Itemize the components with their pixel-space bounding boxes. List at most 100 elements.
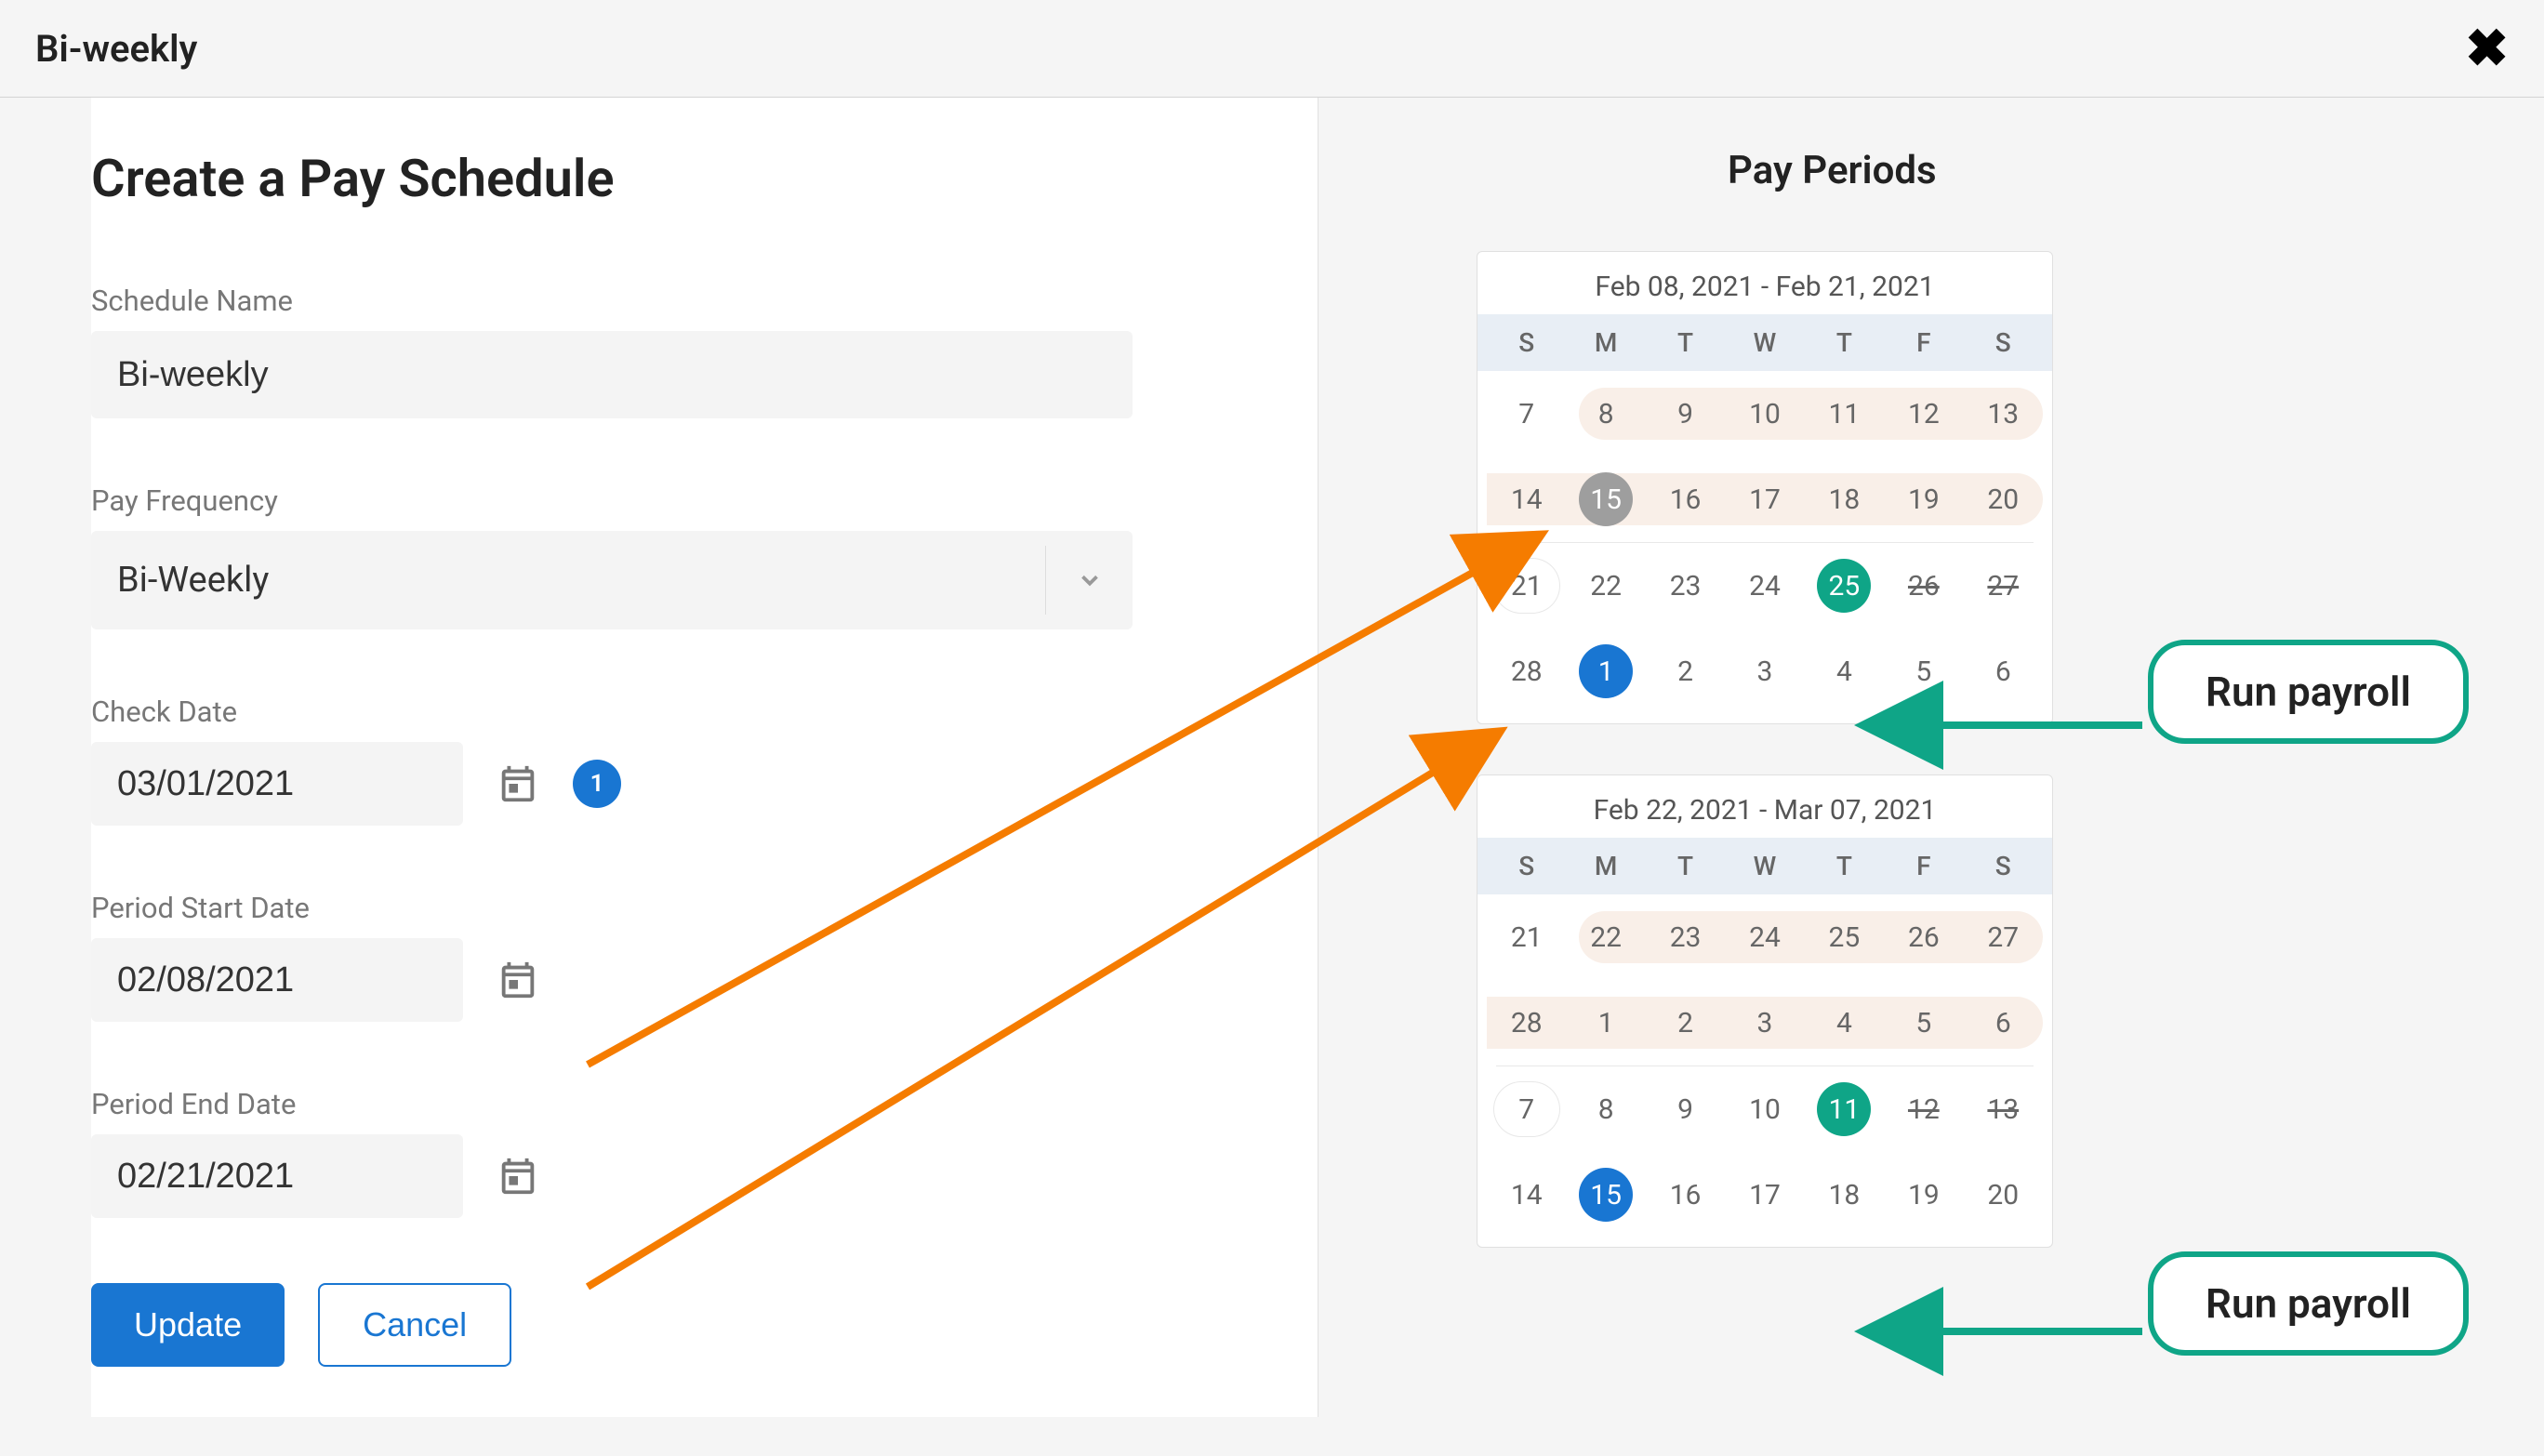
calendar-cell[interactable]: 11 (1805, 1076, 1884, 1143)
calendar-day: 27 (1976, 559, 2030, 613)
calendar-cell[interactable]: 3 (1725, 989, 1804, 1056)
pay-frequency-select[interactable]: Bi-Weekly (91, 531, 1133, 629)
calendar-cell[interactable]: 16 (1646, 1161, 1725, 1228)
calendar-day: 16 (1659, 472, 1713, 526)
calendar-cell[interactable]: 16 (1646, 466, 1725, 533)
weekday-header: T (1805, 327, 1884, 358)
calendar-day: 27 (1976, 910, 2030, 964)
calendar-cell[interactable]: 4 (1805, 638, 1884, 705)
run-payroll-callout-1: Run payroll (2148, 640, 2469, 744)
calendar-cell[interactable]: 2 (1646, 989, 1725, 1056)
calendar-day: 1 (1579, 996, 1633, 1050)
calendar-cell[interactable]: 28 (1487, 638, 1566, 705)
period-end-input[interactable] (91, 1134, 463, 1218)
calendar-day: 24 (1738, 910, 1792, 964)
calendar-cell[interactable]: 23 (1646, 904, 1725, 971)
calendar-day: 16 (1659, 1168, 1713, 1222)
calendar-cell[interactable]: 7 (1487, 1076, 1566, 1143)
calendar-cell[interactable]: 17 (1725, 466, 1804, 533)
weekday-header: M (1566, 327, 1645, 358)
calendar-day: 7 (1500, 387, 1554, 441)
calendar-cell[interactable]: 9 (1646, 380, 1725, 447)
calendar-cell[interactable]: 1 (1566, 989, 1645, 1056)
calendar-day: 28 (1500, 996, 1554, 1050)
calendar-day: 15 (1579, 472, 1633, 526)
calendar-cell[interactable]: 22 (1566, 552, 1645, 619)
calendar-cell[interactable]: 24 (1725, 904, 1804, 971)
calendar-day: 9 (1659, 1082, 1713, 1136)
calendar-day: 15 (1579, 1168, 1633, 1222)
calendar-day: 2 (1659, 644, 1713, 698)
page-title: Create a Pay Schedule (91, 148, 1226, 209)
calendar-cell[interactable]: 20 (1964, 466, 2043, 533)
calendar-cell[interactable]: 22 (1566, 904, 1645, 971)
calendar-icon[interactable] (497, 1155, 539, 1198)
calendar-cell[interactable]: 18 (1805, 466, 1884, 533)
calendar-cell[interactable]: 14 (1487, 466, 1566, 533)
calendar-cell[interactable]: 6 (1964, 638, 2043, 705)
calendar-cell[interactable]: 17 (1725, 1161, 1804, 1228)
schedule-name-label: Schedule Name (91, 284, 1226, 318)
calendar-cell[interactable]: 3 (1725, 638, 1804, 705)
calendar-cell[interactable]: 23 (1646, 552, 1725, 619)
period-start-input[interactable] (91, 938, 463, 1022)
calendar-cell[interactable]: 10 (1725, 1076, 1804, 1143)
calendar-cell[interactable]: 18 (1805, 1161, 1884, 1228)
calendar-cell[interactable]: 20 (1964, 1161, 2043, 1228)
calendar-cell[interactable]: 15 (1566, 466, 1645, 533)
period-end-label: Period End Date (91, 1087, 1226, 1121)
calendar-cell[interactable]: 12 (1884, 1076, 1963, 1143)
calendar-cell[interactable]: 25 (1805, 904, 1884, 971)
calendar-day: 19 (1897, 1168, 1951, 1222)
weekday-header: W (1725, 327, 1804, 358)
calendar-cell[interactable]: 26 (1884, 552, 1963, 619)
calendar-cell[interactable]: 10 (1725, 380, 1804, 447)
calendar-cell[interactable]: 21 (1487, 552, 1566, 619)
calendar-day: 5 (1897, 644, 1951, 698)
calendar-day: 26 (1897, 910, 1951, 964)
calendar-cell[interactable]: 8 (1566, 1076, 1645, 1143)
calendar-cell[interactable]: 14 (1487, 1161, 1566, 1228)
calendar-cell[interactable]: 19 (1884, 466, 1963, 533)
close-icon[interactable]: ✖ (2465, 22, 2509, 74)
calendar-cell[interactable]: 19 (1884, 1161, 1963, 1228)
calendar-cell[interactable]: 9 (1646, 1076, 1725, 1143)
calendar-day: 1 (1579, 644, 1633, 698)
calendar-cell[interactable]: 28 (1487, 989, 1566, 1056)
calendar-cell[interactable]: 27 (1964, 904, 2043, 971)
calendar-cell[interactable]: 4 (1805, 989, 1884, 1056)
calendar-cell[interactable]: 5 (1884, 638, 1963, 705)
calendar-icon[interactable] (497, 762, 539, 805)
calendar-cell[interactable]: 1 (1566, 638, 1645, 705)
calendar-cell[interactable]: 7 (1487, 380, 1566, 447)
calendar-cell[interactable]: 13 (1964, 1076, 2043, 1143)
calendar-cell[interactable]: 2 (1646, 638, 1725, 705)
calendar-day: 20 (1976, 1168, 2030, 1222)
calendar-cell[interactable]: 27 (1964, 552, 2043, 619)
calendar-cell[interactable]: 15 (1566, 1161, 1645, 1228)
calendar-cell[interactable]: 25 (1805, 552, 1884, 619)
calendar-cell[interactable]: 8 (1566, 380, 1645, 447)
calendar-day: 28 (1500, 644, 1554, 698)
calendar-cell[interactable]: 21 (1487, 904, 1566, 971)
calendar-day: 21 (1494, 559, 1559, 613)
calendar-cell[interactable]: 13 (1964, 380, 2043, 447)
calendar-cell[interactable]: 12 (1884, 380, 1963, 447)
calendar-icon[interactable] (497, 959, 539, 1001)
calendar-cell[interactable]: 6 (1964, 989, 2043, 1056)
calendar-cell[interactable]: 5 (1884, 989, 1963, 1056)
calendar-day: 14 (1500, 472, 1554, 526)
cancel-button[interactable]: Cancel (318, 1283, 511, 1367)
modal-title: Bi-weekly (35, 27, 197, 71)
weekday-header: M (1566, 851, 1645, 881)
calendar-cell[interactable]: 26 (1884, 904, 1963, 971)
check-date-input[interactable] (91, 742, 463, 826)
calendar-cell[interactable]: 24 (1725, 552, 1804, 619)
calendar-cell[interactable]: 11 (1805, 380, 1884, 447)
schedule-name-input[interactable] (91, 331, 1133, 418)
weekday-header: S (1964, 327, 2043, 358)
check-date-badge: 1 (573, 760, 621, 808)
update-button[interactable]: Update (91, 1283, 285, 1367)
calendar-day: 4 (1817, 644, 1871, 698)
weekday-header: W (1725, 851, 1804, 881)
